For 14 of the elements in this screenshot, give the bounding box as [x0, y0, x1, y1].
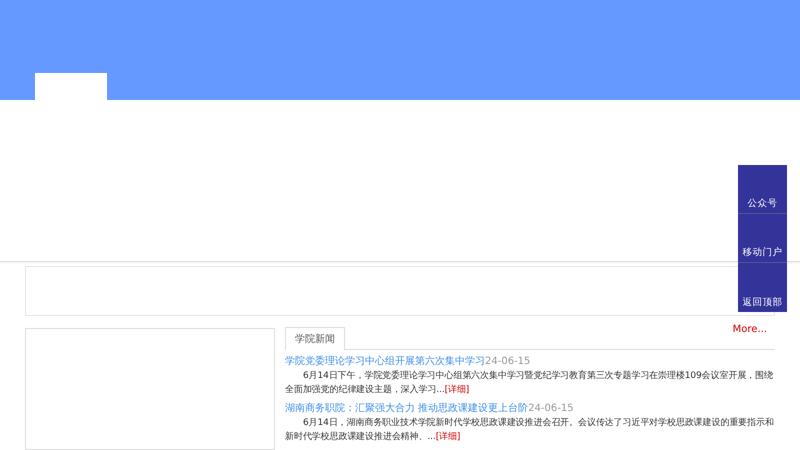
- more-link[interactable]: More...: [732, 324, 767, 335]
- detail-link[interactable]: [详细]: [444, 385, 470, 395]
- news-date: 24-06-15: [485, 355, 530, 368]
- detail-link[interactable]: [详细]: [436, 432, 460, 442]
- news-title-link[interactable]: 湖南商务职院：汇聚强大合力 推动思政课建设更上台阶: [285, 402, 528, 415]
- logo-box: [35, 73, 107, 100]
- side-link[interactable]: 返回顶部: [738, 263, 787, 312]
- news-date: 24-06-15: [528, 402, 574, 415]
- news-summary: 6月14日，湖南商务职业技术学院新时代学校思政课建设推进会召开。会议传达了习近平对学校思政课建设的重要指示和新时代学校思政课建设推进会精神、...[详细]: [285, 416, 775, 444]
- side-link[interactable]: 移动门户: [738, 214, 787, 263]
- news-title-link[interactable]: 学院党委理论学习中心组开展第六次集中学习: [285, 355, 485, 368]
- news-summary: 6月14日下午，学院党委理论学习中心组第六次集中学习暨党纪学习教育第三次专题学习在崇理楼109会议室开展，围绕全面加强党的纪律建设主题，深入学习...[详细]: [285, 369, 774, 397]
- side-link[interactable]: 公众号: [738, 165, 787, 214]
- news-tab[interactable]: 学院新闻: [285, 327, 345, 350]
